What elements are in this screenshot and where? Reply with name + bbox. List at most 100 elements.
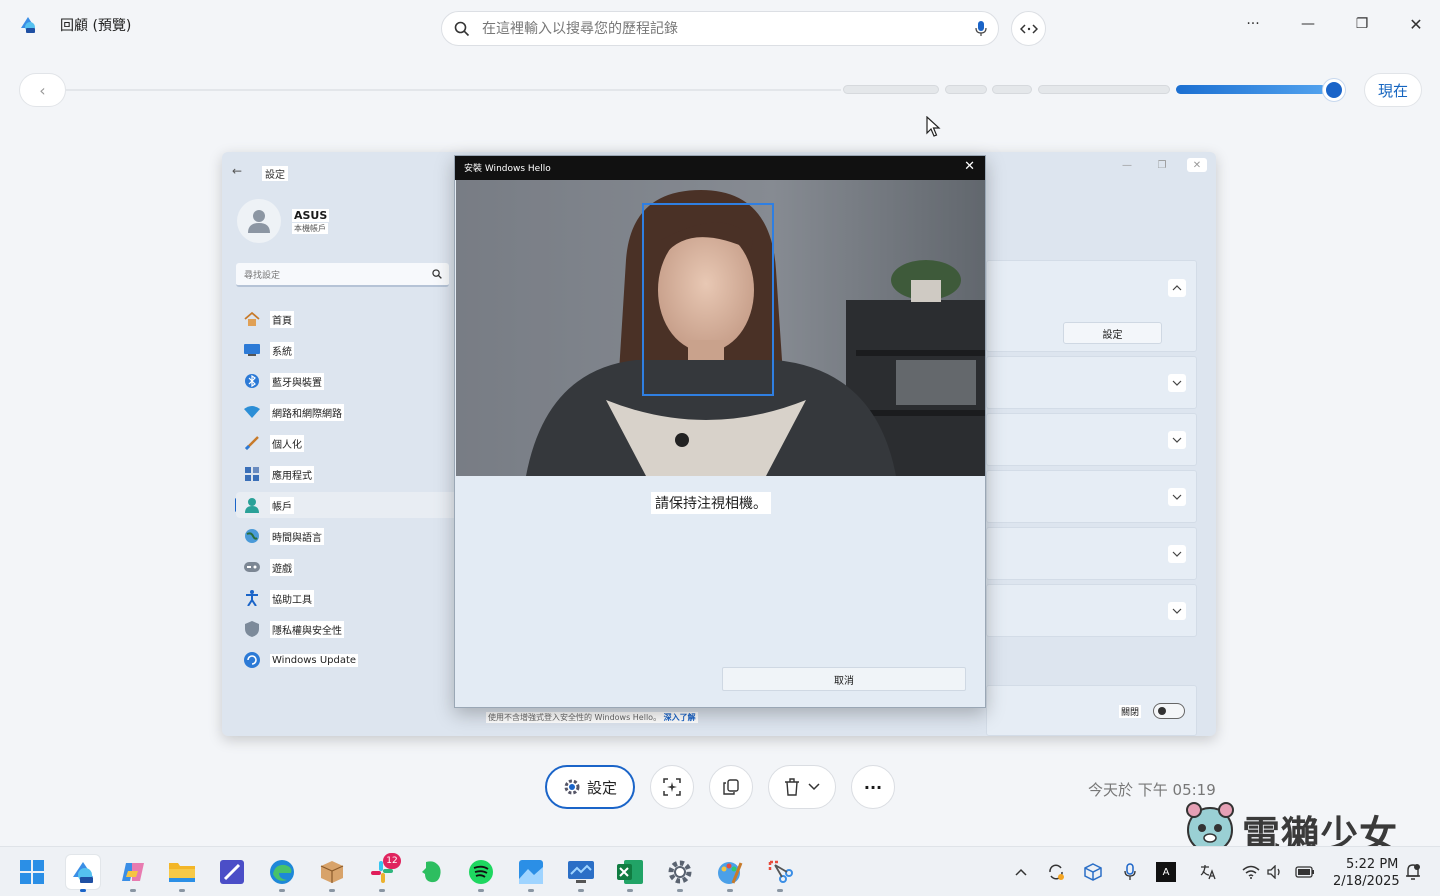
person-icon: [248, 210, 270, 233]
account-icon: [244, 497, 260, 513]
footer-note-text: 使用不含增強式登入安全性的 Windows Hello。: [488, 713, 662, 722]
photos-icon: [519, 860, 543, 884]
microphone-icon[interactable]: [974, 20, 988, 42]
taskbar-slack[interactable]: 12: [365, 853, 401, 892]
taskbar-package-app[interactable]: [315, 855, 349, 892]
settings-nav-windows-update: Windows Update: [236, 647, 466, 673]
open-settings-button[interactable]: 設定: [545, 765, 635, 809]
timeline-scrubber-handle[interactable]: [1323, 79, 1345, 101]
recall-app-icon: [18, 14, 38, 34]
chevron-up-icon: [1015, 868, 1027, 876]
taskbar-photos[interactable]: [514, 855, 548, 892]
snapshot-minimize-icon: —: [1122, 159, 1132, 171]
minimize-button[interactable]: —: [1295, 12, 1321, 36]
settings-gear-icon: [668, 860, 692, 884]
history-search-input[interactable]: [482, 16, 962, 42]
taskbar-snipping-tool[interactable]: [763, 855, 797, 892]
tray-microphone-icon[interactable]: [1120, 862, 1140, 882]
active-indicator: [80, 889, 86, 892]
enhanced-signin-toggle: [1153, 703, 1185, 719]
code-view-button[interactable]: [1011, 11, 1046, 46]
chevron-down-icon: [1168, 545, 1186, 563]
timeline-back-button[interactable]: ‹: [19, 73, 66, 107]
running-indicator: [578, 889, 584, 892]
camera-feed-image: [456, 180, 985, 476]
timeline-active-segment[interactable]: [1176, 85, 1326, 94]
package-icon: [320, 861, 344, 883]
close-button[interactable]: ✕: [1403, 12, 1429, 36]
snipping-tool-icon: [768, 860, 793, 883]
tray-language-icon[interactable]: [1198, 862, 1218, 882]
taskbar-spotify[interactable]: [464, 855, 498, 892]
timeline-segment[interactable]: [992, 85, 1032, 94]
taskbar-evernote[interactable]: [415, 855, 449, 889]
taskbar-excel[interactable]: [613, 855, 647, 892]
nav-label: Windows Update: [270, 653, 359, 667]
settings-card: [986, 356, 1197, 409]
settings-back-arrow-icon: ←: [232, 164, 243, 178]
taskbar-recall[interactable]: [66, 855, 100, 892]
clock-date[interactable]: 2/18/2025: [1333, 874, 1400, 889]
taskbar-settings[interactable]: [663, 855, 697, 892]
show-hidden-icons-button[interactable]: [1011, 862, 1031, 882]
taskbar-pen-app[interactable]: [215, 855, 249, 889]
battery-icon[interactable]: [1295, 862, 1315, 882]
tray-ime-icon[interactable]: A: [1156, 862, 1176, 882]
snapshot-close-icon: ✕: [1187, 158, 1207, 172]
timeline-segment[interactable]: [945, 85, 987, 94]
windows-hello-dialog: 安裝 Windows Hello ✕ 請保持注視相機。 取消: [454, 155, 986, 708]
start-button[interactable]: [15, 855, 49, 889]
taskbar-remote-desktop[interactable]: [564, 855, 598, 892]
learn-more-link: 深入了解: [663, 713, 696, 722]
user-avatar: [237, 199, 281, 243]
more-options-button[interactable]: ···: [1240, 12, 1266, 36]
click-to-do-button[interactable]: [650, 765, 694, 809]
now-button[interactable]: 現在: [1364, 73, 1422, 107]
running-indicator: [279, 889, 285, 892]
taskbar-copilot[interactable]: [116, 855, 150, 892]
face-detection-box: [642, 203, 774, 396]
update-icon: [244, 652, 260, 668]
settings-card: [986, 584, 1197, 637]
timeline-segment[interactable]: [1038, 85, 1170, 94]
tray-network-app-icon[interactable]: [1083, 862, 1103, 882]
chevron-down-icon: [808, 783, 820, 791]
running-indicator: [627, 889, 633, 892]
paint-icon: [718, 862, 743, 884]
app-title: 回顧 (預覽): [60, 18, 132, 34]
clock-time[interactable]: 5:22 PM: [1346, 857, 1398, 872]
spotify-icon: [469, 860, 493, 884]
running-indicator: [329, 889, 335, 892]
chevron-down-icon: [1168, 431, 1186, 449]
wifi-icon[interactable]: [1241, 862, 1261, 882]
mouse-cursor-icon: [926, 115, 942, 142]
history-search-box[interactable]: [441, 11, 999, 46]
taskbar-edge[interactable]: [265, 855, 299, 892]
running-indicator: [727, 889, 733, 892]
taskbar-file-explorer[interactable]: [165, 855, 199, 892]
more-actions-button[interactable]: ···: [851, 765, 895, 809]
nav-label: 協助工具: [270, 589, 314, 607]
volume-icon[interactable]: [1266, 862, 1286, 882]
settings-nav-gaming: 遊戲: [236, 554, 466, 580]
timeline-track[interactable]: [66, 89, 841, 91]
settings-nav-accessibility: 協助工具: [236, 585, 466, 611]
delete-dropdown-button[interactable]: [768, 765, 836, 809]
settings-nav-privacy: 隱私權與安全性: [236, 616, 466, 642]
notification-badge: 12: [383, 853, 401, 869]
accessibility-icon: [244, 590, 260, 606]
home-icon: [244, 311, 260, 327]
recall-icon: [73, 862, 93, 883]
notifications-icon[interactable]: [1403, 862, 1423, 882]
settings-title: 設定: [262, 166, 288, 181]
timeline-segment[interactable]: [843, 85, 939, 94]
running-indicator: [478, 889, 484, 892]
restore-button[interactable]: ❐: [1349, 12, 1375, 36]
taskbar-paint[interactable]: [713, 855, 747, 892]
settings-nav-time-language: 時間與語言: [236, 523, 466, 549]
tray-sync-icon[interactable]: [1046, 862, 1066, 882]
copy-button[interactable]: [709, 765, 753, 809]
setup-button: 設定: [1063, 322, 1162, 344]
gamepad-icon: [244, 559, 260, 575]
running-indicator: [179, 889, 185, 892]
